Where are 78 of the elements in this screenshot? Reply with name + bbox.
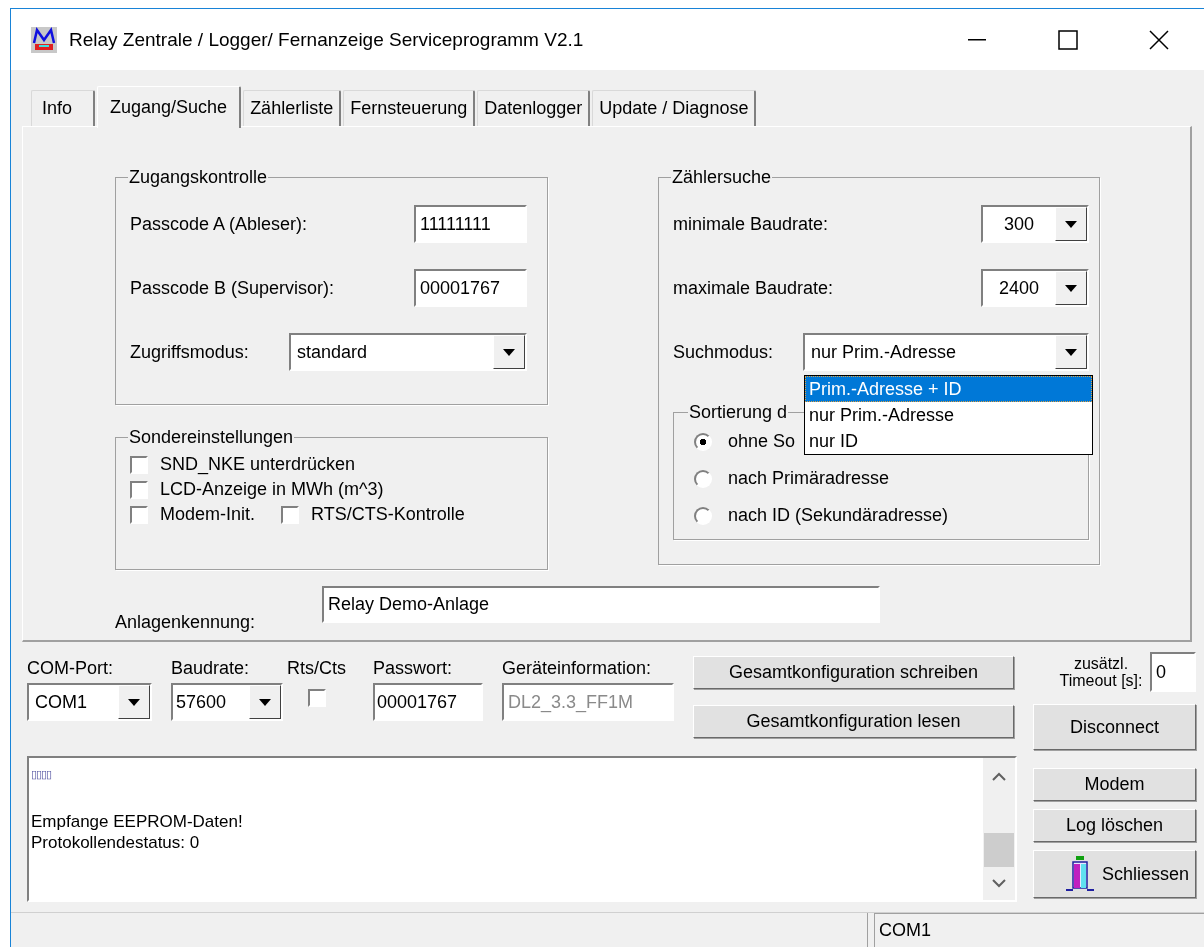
- field-label: Baudrate:: [171, 658, 251, 679]
- config-button[interactable]: Gesamtkonfiguration schreiben: [693, 656, 1014, 689]
- status-panel: COM1: [874, 913, 1204, 947]
- field-label: minimale Baudrate:: [673, 213, 829, 235]
- tab[interactable]: Zugang/Suche: [97, 86, 242, 128]
- field-label: Passcode B (Supervisor):: [130, 277, 335, 299]
- search-mode-dropdown[interactable]: nur Prim.-Adresse: [803, 333, 1089, 371]
- dropdown-option[interactable]: Prim.-Adresse + ID: [805, 376, 1092, 402]
- caret-icon: [1065, 220, 1077, 228]
- checkbox-label: LCD-Anzeige in MWh (m^3): [160, 479, 384, 500]
- radio-label: ohne So: [728, 431, 796, 452]
- side-button[interactable]: Log löschen: [1033, 809, 1196, 842]
- tab[interactable]: Info: [31, 90, 96, 126]
- dropdown-option[interactable]: nur ID: [805, 428, 1092, 454]
- tab[interactable]: Fernsteuerung: [343, 90, 476, 126]
- group-title: Sortierung d: [688, 402, 789, 423]
- checkbox[interactable]: [130, 480, 148, 499]
- tab[interactable]: Datenlogger: [477, 90, 591, 126]
- radio-label: nach Primäradresse: [728, 468, 890, 489]
- close-icon: [1148, 29, 1169, 50]
- radio-button[interactable]: [694, 432, 712, 451]
- baud-rate-dropdown[interactable]: 57600: [171, 683, 283, 721]
- caret-icon: [503, 348, 515, 356]
- field-label: Suchmodus:: [673, 341, 774, 363]
- checkbox[interactable]: [307, 689, 326, 707]
- field-label: Anlagenkennung:: [115, 612, 257, 633]
- chevron-down-icon: [992, 879, 1006, 888]
- password-field[interactable]: 00001767: [373, 683, 483, 721]
- plant-id-field[interactable]: Relay Demo-Anlage: [322, 586, 880, 623]
- close-app-button[interactable]: Schliessen: [1033, 850, 1196, 898]
- com-port-dropdown[interactable]: COM1: [27, 683, 152, 721]
- baud-rate-dropdown[interactable]: 300: [981, 205, 1089, 243]
- checkbox-label: SND_NKE unterdrücken: [160, 454, 356, 475]
- side-button[interactable]: Modem: [1033, 768, 1196, 801]
- radio-button[interactable]: [694, 469, 712, 488]
- dropdown-option[interactable]: nur Prim.-Adresse: [805, 402, 1092, 428]
- group-title: Sondereinstellungen: [128, 427, 295, 448]
- caret-icon: [1065, 348, 1077, 356]
- checkbox-label: RTS/CTS-Kontrolle: [311, 504, 465, 525]
- log-line: Protokollendestatus: 0: [31, 832, 201, 853]
- group-title: Zählersuche: [671, 167, 773, 188]
- tab[interactable]: Update / Diagnose: [592, 90, 757, 126]
- config-button[interactable]: Gesamtkonfiguration lesen: [693, 705, 1014, 738]
- caret-icon: [128, 698, 140, 706]
- window-title: Relay Zentrale / Logger/ Fernanzeige Serviceprogramm V2.1: [69, 28, 584, 51]
- caret-icon: [259, 698, 271, 706]
- field-label: Passwort:: [373, 658, 454, 679]
- scrollbar[interactable]: [983, 758, 1015, 900]
- group-title: Zugangskontrolle: [128, 167, 269, 188]
- passcode-field[interactable]: 11111111: [414, 205, 527, 243]
- timeout-field[interactable]: 0: [1150, 652, 1196, 692]
- field-label: maximale Baudrate:: [673, 277, 834, 299]
- maximize-icon: [1057, 29, 1078, 50]
- disconnect-button[interactable]: Disconnect: [1033, 704, 1196, 750]
- checkbox[interactable]: [130, 505, 148, 524]
- field-label: zusätzl. Timeout [s]:: [1058, 655, 1144, 689]
- log-line: Empfange EEPROM-Daten!: [31, 811, 244, 832]
- tab[interactable]: Zählerliste: [243, 90, 342, 126]
- caret-icon: [1065, 284, 1077, 292]
- checkbox[interactable]: [281, 505, 300, 524]
- field-label: Zugriffsmodus:: [130, 341, 249, 363]
- radio-button[interactable]: [694, 506, 712, 525]
- passcode-field[interactable]: 00001767: [414, 269, 527, 307]
- access-mode-dropdown[interactable]: standard: [289, 333, 527, 371]
- log-marker: ▯▯▯▯: [31, 767, 52, 782]
- field-label: COM-Port:: [27, 658, 114, 679]
- field-label: Passcode A (Ableser):: [130, 213, 308, 235]
- baud-rate-dropdown[interactable]: 2400: [981, 269, 1089, 307]
- scrollbar-thumb[interactable]: [984, 833, 1014, 867]
- chevron-up-icon: [992, 772, 1006, 781]
- minimize-icon: [967, 38, 986, 41]
- exit-door-icon: [1065, 856, 1094, 892]
- field-label: Rts/Cts: [287, 658, 346, 679]
- checkbox-label: Modem-Init.: [160, 504, 256, 525]
- checkbox[interactable]: [130, 455, 148, 474]
- radio-label: nach ID (Sekundäradresse): [728, 505, 949, 526]
- app-logo-icon: [31, 26, 57, 53]
- field-label: Geräteinformation:: [502, 658, 653, 679]
